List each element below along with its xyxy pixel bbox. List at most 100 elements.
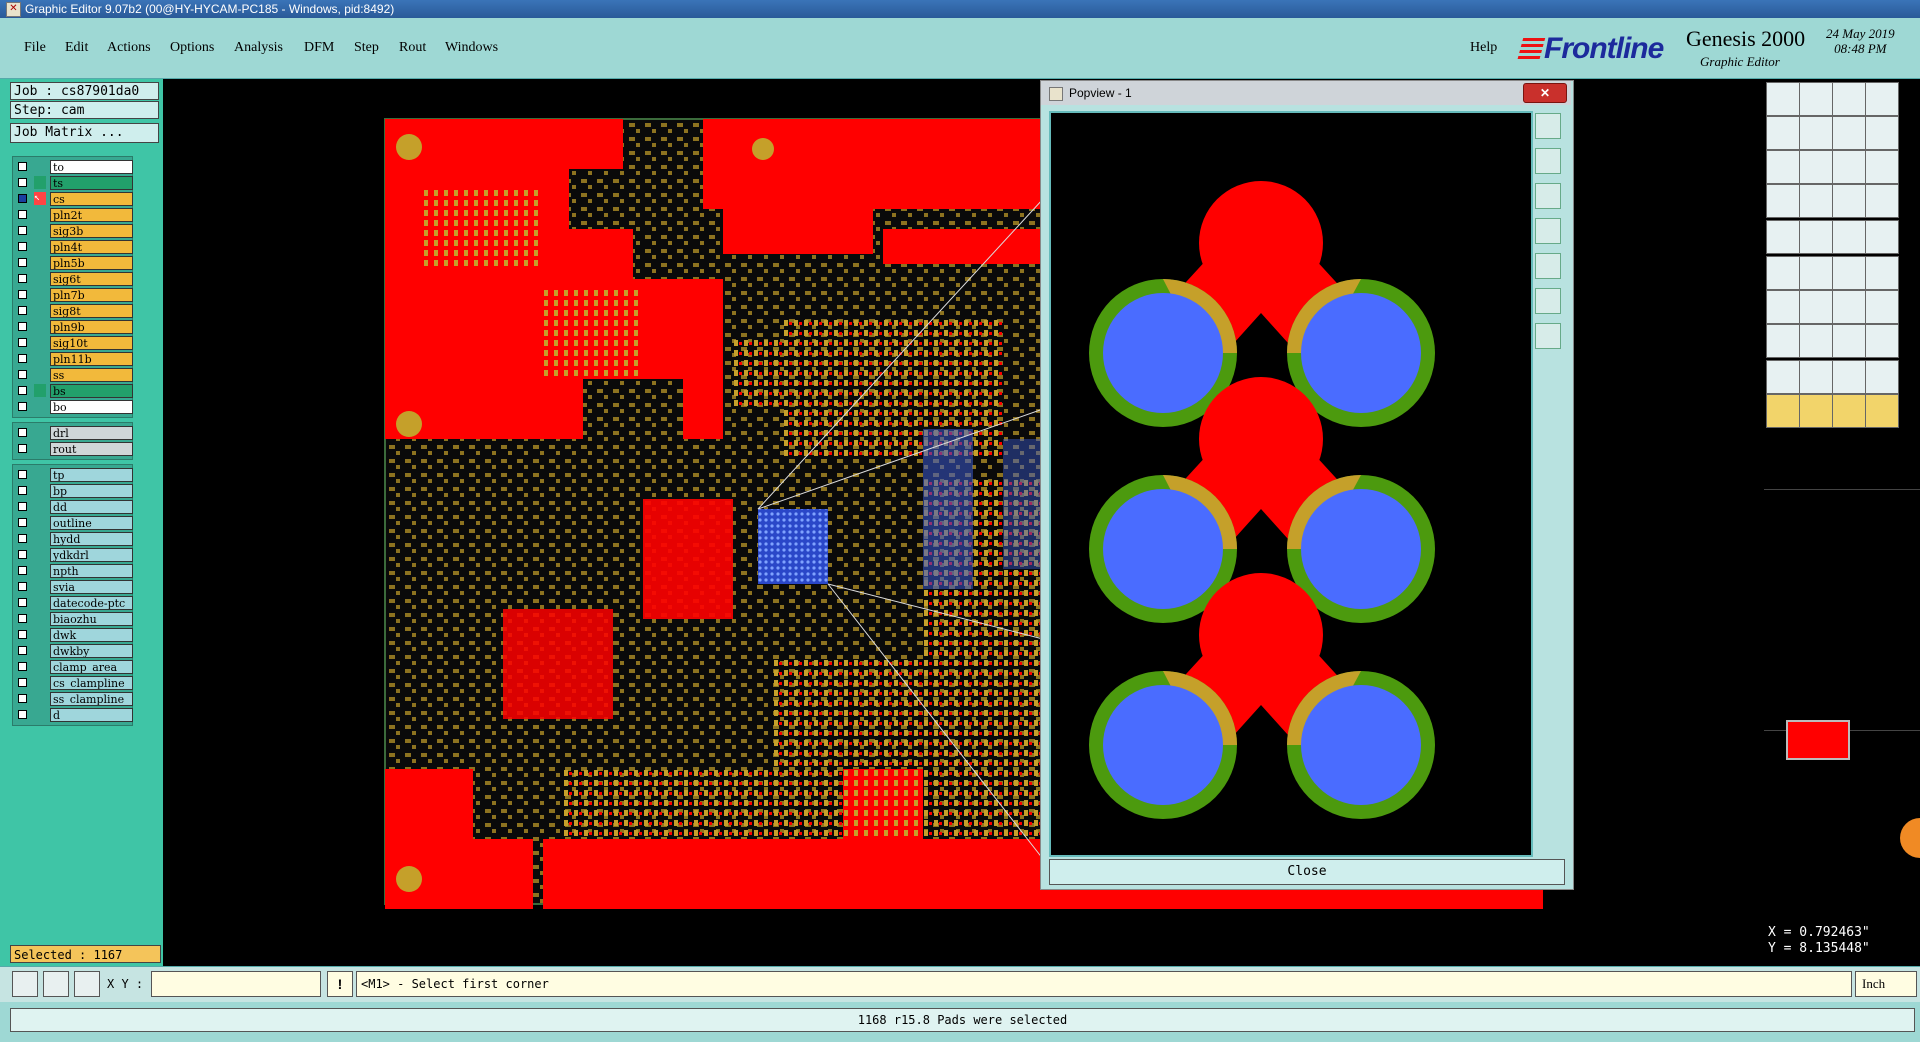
layer-checkbox[interactable] <box>18 582 27 591</box>
snapshot-icon[interactable] <box>1766 220 1800 254</box>
layer-row-ss[interactable]: ss <box>13 367 133 383</box>
flip-icon[interactable] <box>1865 116 1899 150</box>
layer-checkbox[interactable] <box>18 428 27 437</box>
menu-step[interactable]: Step <box>354 40 379 56</box>
line-icon[interactable] <box>1766 290 1800 324</box>
layer-checkbox[interactable] <box>18 470 27 479</box>
layer-row-cs_clampline[interactable]: cs_clampline <box>13 675 133 691</box>
layer-checkbox[interactable] <box>18 274 27 283</box>
pointer-icon[interactable] <box>1766 394 1800 428</box>
measure-icon[interactable] <box>1832 324 1866 358</box>
popview-close-button[interactable]: Close <box>1049 859 1565 885</box>
layer-row-npth[interactable]: npth <box>13 563 133 579</box>
layer-checkbox[interactable] <box>18 306 27 315</box>
layer-row-pln2t[interactable]: pln2t <box>13 207 133 223</box>
layer-row-bp[interactable]: bp <box>13 483 133 499</box>
drag-icon[interactable] <box>1832 394 1866 428</box>
layer-row-pln11b[interactable]: pln11b <box>13 351 133 367</box>
triangle-icon[interactable] <box>1766 360 1800 394</box>
step-up-icon[interactable] <box>1766 82 1800 116</box>
measure-icon[interactable] <box>43 971 69 997</box>
layer-checkbox[interactable] <box>18 338 27 347</box>
layer-row-dwkby[interactable]: dwkby <box>13 643 133 659</box>
select-icon[interactable] <box>1766 324 1800 358</box>
layer-row-pln5b[interactable]: pln5b <box>13 255 133 271</box>
layer-checkbox[interactable] <box>18 322 27 331</box>
pick-icon[interactable] <box>1865 394 1899 428</box>
layer-checkbox[interactable] <box>18 614 27 623</box>
shape-icon[interactable] <box>1865 360 1899 394</box>
layer-row-bo[interactable]: bo <box>13 399 133 415</box>
move-icon[interactable] <box>1832 256 1866 290</box>
pad-icon[interactable] <box>1865 220 1899 254</box>
transform-icon[interactable] <box>1799 220 1833 254</box>
copy-icon[interactable] <box>1865 256 1899 290</box>
overview-area[interactable] <box>1764 489 1920 760</box>
layer-row-dd[interactable]: dd <box>13 499 133 515</box>
layer-row-sig6t[interactable]: sig6t <box>13 271 133 287</box>
exclamation-button[interactable]: ! <box>327 971 353 997</box>
outline-icon[interactable] <box>1832 360 1866 394</box>
menu-analysis[interactable]: Analysis <box>234 40 283 56</box>
menu-actions[interactable]: Actions <box>107 40 151 56</box>
layer-row-to[interactable]: to <box>13 159 133 175</box>
popview-title-bar[interactable]: Popview - 1 <box>1041 81 1571 105</box>
layer-checkbox[interactable] <box>18 662 27 671</box>
layer-row-svia[interactable]: svia <box>13 579 133 595</box>
layer-checkbox[interactable] <box>18 354 27 363</box>
layer-checkbox[interactable] <box>18 242 27 251</box>
snap-mode-icon[interactable] <box>12 971 38 997</box>
bga-component[interactable] <box>758 509 828 584</box>
move-right-icon[interactable] <box>1799 116 1833 150</box>
rotate-icon[interactable] <box>1832 290 1866 324</box>
layer-row-pln9b[interactable]: pln9b <box>13 319 133 335</box>
connect-icon[interactable] <box>1865 324 1899 358</box>
move-left-icon[interactable] <box>1766 116 1800 150</box>
grid-icon[interactable] <box>74 971 100 997</box>
layer-checkbox[interactable] <box>18 290 27 299</box>
menu-file[interactable]: File <box>24 40 46 56</box>
help-query-icon[interactable] <box>1865 150 1899 184</box>
layer-checkbox[interactable] <box>18 178 27 187</box>
layer-checkbox[interactable] <box>18 534 27 543</box>
redraw-icon[interactable] <box>1766 184 1800 218</box>
layer-checkbox[interactable] <box>18 710 27 719</box>
layer-row-pln7b[interactable]: pln7b <box>13 287 133 303</box>
layer-row-rout[interactable]: rout <box>13 441 133 457</box>
layer-row-drl[interactable]: drl <box>13 425 133 441</box>
arc-icon[interactable] <box>1799 290 1833 324</box>
layer-row-d[interactable]: d <box>13 707 133 723</box>
ruler-icon[interactable] <box>1832 220 1866 254</box>
layer-checkbox[interactable] <box>18 370 27 379</box>
popview-zoom-view[interactable] <box>1049 111 1533 857</box>
layer-icon[interactable] <box>1865 184 1899 218</box>
layer-checkbox[interactable] <box>18 162 27 171</box>
overview-viewport[interactable] <box>1786 720 1850 760</box>
mirror-icon[interactable] <box>1832 116 1866 150</box>
popview-pan-right-icon[interactable] <box>1535 253 1561 279</box>
layer-checkbox[interactable] <box>18 566 27 575</box>
zoom-fit-icon[interactable] <box>1799 150 1833 184</box>
home-icon[interactable] <box>1832 82 1866 116</box>
popview-pan-left-icon[interactable] <box>1535 218 1561 244</box>
layout-icon[interactable] <box>1865 82 1899 116</box>
layer-checkbox[interactable] <box>18 646 27 655</box>
layer-row-sig8t[interactable]: sig8t <box>13 303 133 319</box>
popview-fit-icon[interactable] <box>1535 113 1561 139</box>
layer-checkbox[interactable] <box>18 694 27 703</box>
layer-row-sig10t[interactable]: sig10t <box>13 335 133 351</box>
layer-checkbox[interactable] <box>18 226 27 235</box>
layer-checkbox[interactable] <box>18 444 27 453</box>
menu-edit[interactable]: Edit <box>65 40 88 56</box>
layer-checkbox[interactable] <box>18 194 27 203</box>
layer-row-ydkdrl[interactable]: ydkdrl <box>13 547 133 563</box>
resize-icon[interactable] <box>1865 290 1899 324</box>
scale-one-icon[interactable] <box>1832 150 1866 184</box>
layer-checkbox[interactable] <box>18 518 27 527</box>
layer-row-hydd[interactable]: hydd <box>13 531 133 547</box>
net-icon[interactable] <box>1832 184 1866 218</box>
layer-row-ss_clampline[interactable]: ss_clampline <box>13 691 133 707</box>
delete-icon[interactable] <box>1799 256 1833 290</box>
menu-help[interactable]: Help <box>1470 40 1497 56</box>
step-down-icon[interactable] <box>1799 82 1833 116</box>
